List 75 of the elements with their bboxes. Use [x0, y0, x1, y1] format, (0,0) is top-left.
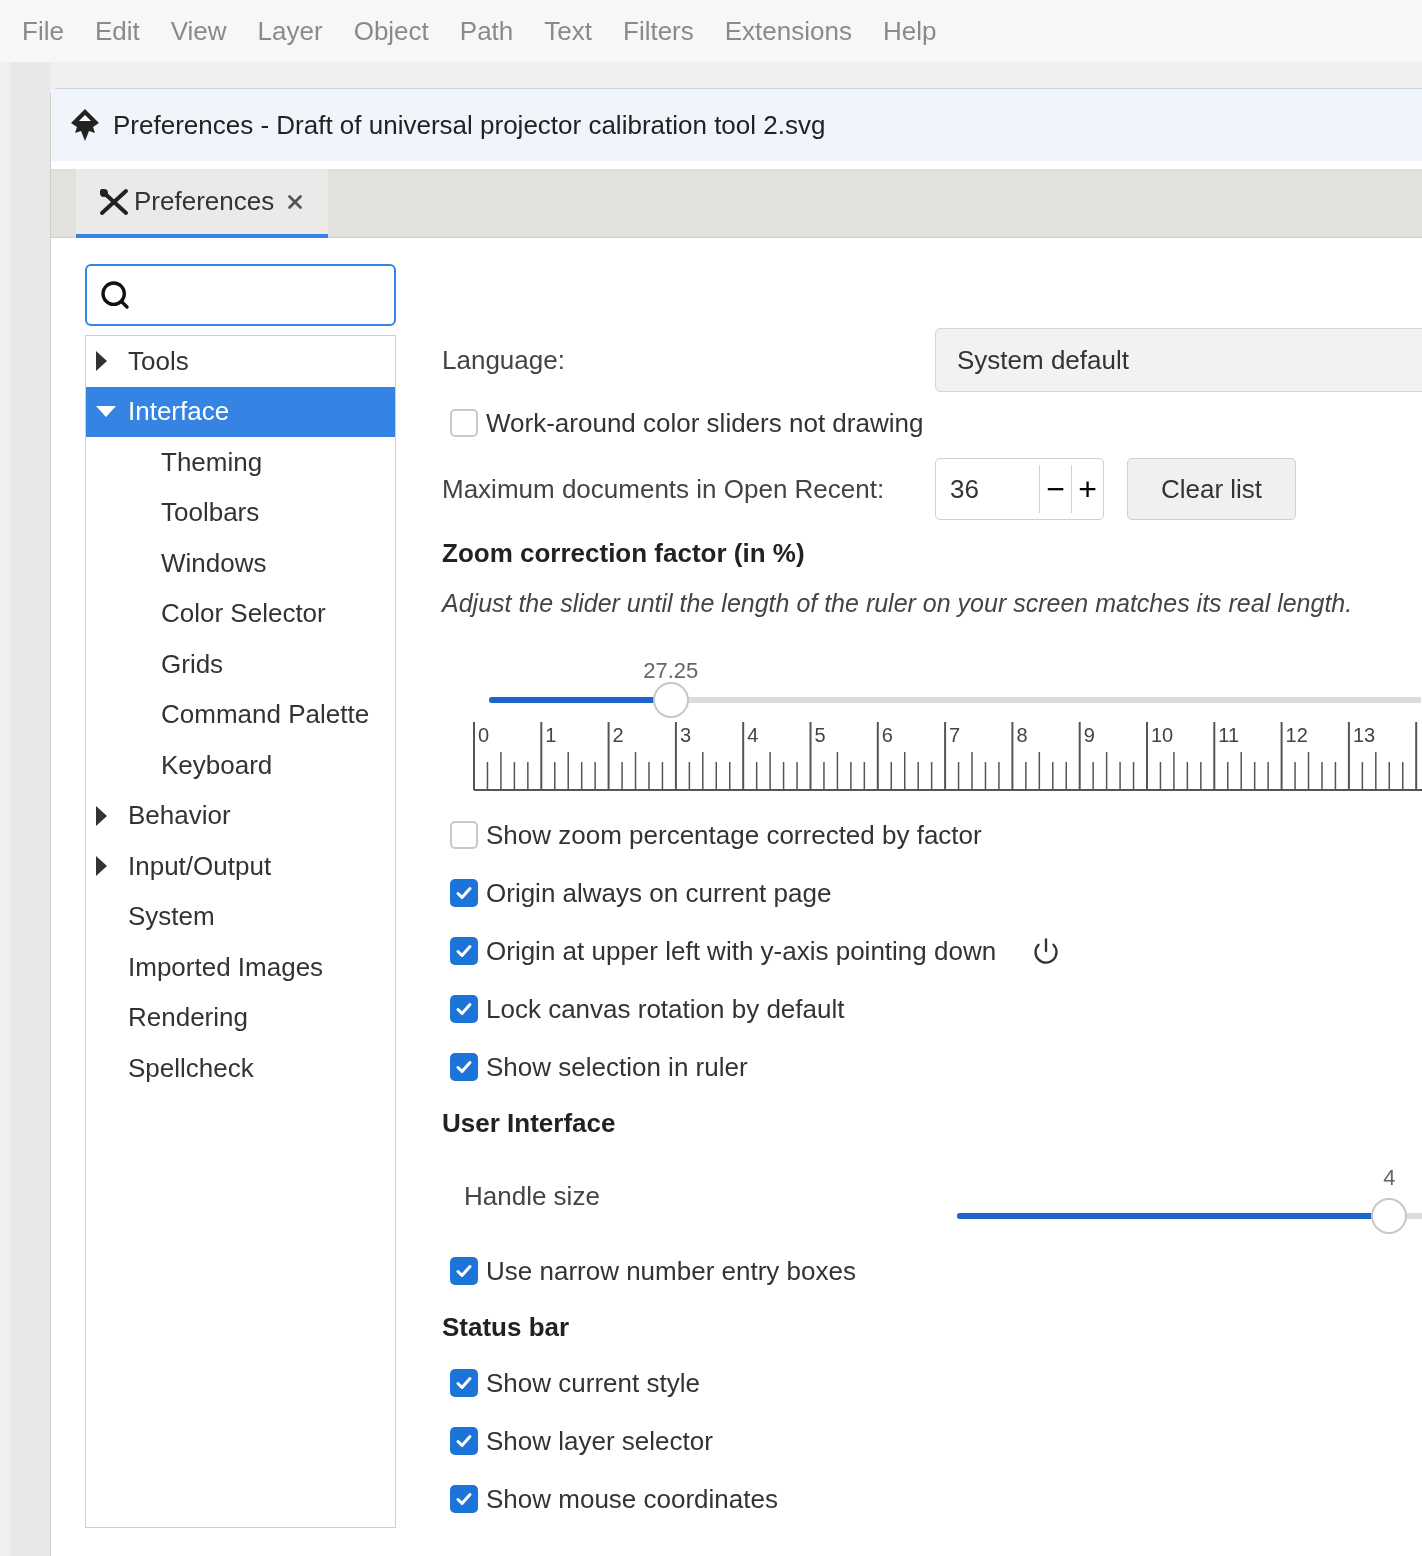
checkbox[interactable] — [450, 995, 478, 1023]
tree-item[interactable]: Spellcheck — [86, 1043, 395, 1094]
setting-label: Handle size — [464, 1179, 601, 1213]
tree-item[interactable]: Tools — [86, 336, 395, 387]
ruler-label: 13 — [1352, 724, 1376, 746]
tree-item[interactable]: Keyboard — [86, 740, 395, 791]
tree-item[interactable]: Windows — [86, 538, 395, 589]
tree-item[interactable]: System — [86, 891, 395, 942]
checkbox[interactable] — [450, 937, 478, 965]
checkbox-label[interactable]: Show layer selector — [486, 1421, 713, 1461]
slider-value: 4 — [1383, 1164, 1396, 1192]
checkbox-label[interactable]: Use narrow number entry boxes — [486, 1251, 856, 1291]
checkbox[interactable] — [450, 1485, 478, 1513]
checkbox-label[interactable]: Show zoom percentage corrected by factor — [486, 815, 982, 855]
ruler-label: 8 — [1016, 724, 1028, 746]
ruler-label: 0 — [478, 724, 490, 746]
decrement-button[interactable]: − — [1039, 465, 1071, 513]
tree-item[interactable]: Rendering — [86, 992, 395, 1043]
checkbox-label[interactable]: Show current style — [486, 1363, 700, 1403]
tab[interactable]: Preferences — [76, 169, 329, 238]
checkbox[interactable] — [450, 1369, 478, 1397]
checkbox[interactable] — [450, 1257, 478, 1285]
caret-right-icon — [96, 856, 108, 877]
checkbox-label[interactable]: Origin always on current page — [486, 873, 832, 913]
tree-item[interactable]: Color Selector — [86, 588, 395, 639]
power-icon[interactable] — [1032, 937, 1061, 965]
tree-item[interactable]: Imported Images — [86, 942, 395, 993]
slider-value: 27.25 — [643, 657, 699, 685]
caret-right-icon — [96, 351, 108, 372]
section-heading: Status bar — [442, 1310, 571, 1344]
window-title: Preferences - Draft of universal projector calibration tool 2.svg — [113, 108, 826, 142]
ruler-label: 11 — [1218, 724, 1240, 746]
tree-item[interactable]: Behavior — [86, 790, 395, 841]
language-dropdown[interactable]: System default — [935, 328, 1422, 392]
checkbox-label[interactable]: Show selection in ruler — [486, 1047, 748, 1087]
slider-thumb[interactable] — [652, 682, 689, 718]
ruler-label: 2 — [612, 724, 624, 746]
tree-item[interactable]: Grids — [86, 639, 395, 690]
ruler-label: 4 — [747, 724, 759, 746]
tree-item[interactable]: Input/Output — [86, 841, 395, 892]
checkbox[interactable] — [450, 821, 478, 849]
checkbox[interactable] — [450, 1427, 478, 1455]
tree-item[interactable]: Toolbars — [86, 487, 395, 538]
ruler-label: 1 — [545, 724, 557, 746]
slider-thumb[interactable] — [1371, 1198, 1408, 1234]
checkbox[interactable] — [450, 1053, 478, 1081]
section-heading: Zoom correction factor (in %) — [442, 536, 806, 570]
checkbox-label[interactable]: Show mouse coordinates — [486, 1479, 778, 1519]
tree-item[interactable]: Command Palette — [86, 689, 395, 740]
tree-item[interactable]: Theming — [86, 437, 395, 488]
setting-label: Maximum documents in Open Recent: — [442, 472, 886, 506]
section-heading: User Interface — [442, 1106, 617, 1140]
hint-text: Adjust the slider until the length of the ruler on your screen matches its real length. — [442, 588, 1354, 620]
ruler-label: 3 — [679, 724, 692, 746]
ruler-label: 6 — [881, 724, 893, 746]
ruler-label: 5 — [814, 724, 826, 746]
setting-label: Language: — [442, 343, 566, 377]
caret-down-icon — [96, 405, 116, 418]
checkbox-label[interactable]: Work-around color sliders not drawing — [486, 403, 924, 443]
number-spin-field[interactable]: 36 − + — [935, 458, 1104, 520]
checkbox[interactable] — [450, 879, 478, 907]
checkbox-label[interactable]: Lock canvas rotation by default — [486, 989, 845, 1029]
search-field[interactable] — [85, 264, 396, 326]
ruler-label: 7 — [949, 724, 961, 746]
clear-list-button[interactable]: Clear list — [1127, 458, 1296, 520]
ruler-label: 9 — [1083, 724, 1095, 746]
tree-item[interactable]: Interface — [86, 386, 395, 437]
ruler-label: 12 — [1285, 724, 1308, 746]
checkbox[interactable] — [450, 409, 478, 437]
ruler-label: 10 — [1151, 724, 1174, 746]
tools-icon — [98, 186, 130, 217]
search-icon — [99, 279, 131, 311]
checkbox-label[interactable]: Origin at upper left with y-axis pointing down — [486, 931, 997, 971]
increment-button[interactable]: + — [1071, 465, 1103, 513]
caret-right-icon — [96, 805, 108, 826]
